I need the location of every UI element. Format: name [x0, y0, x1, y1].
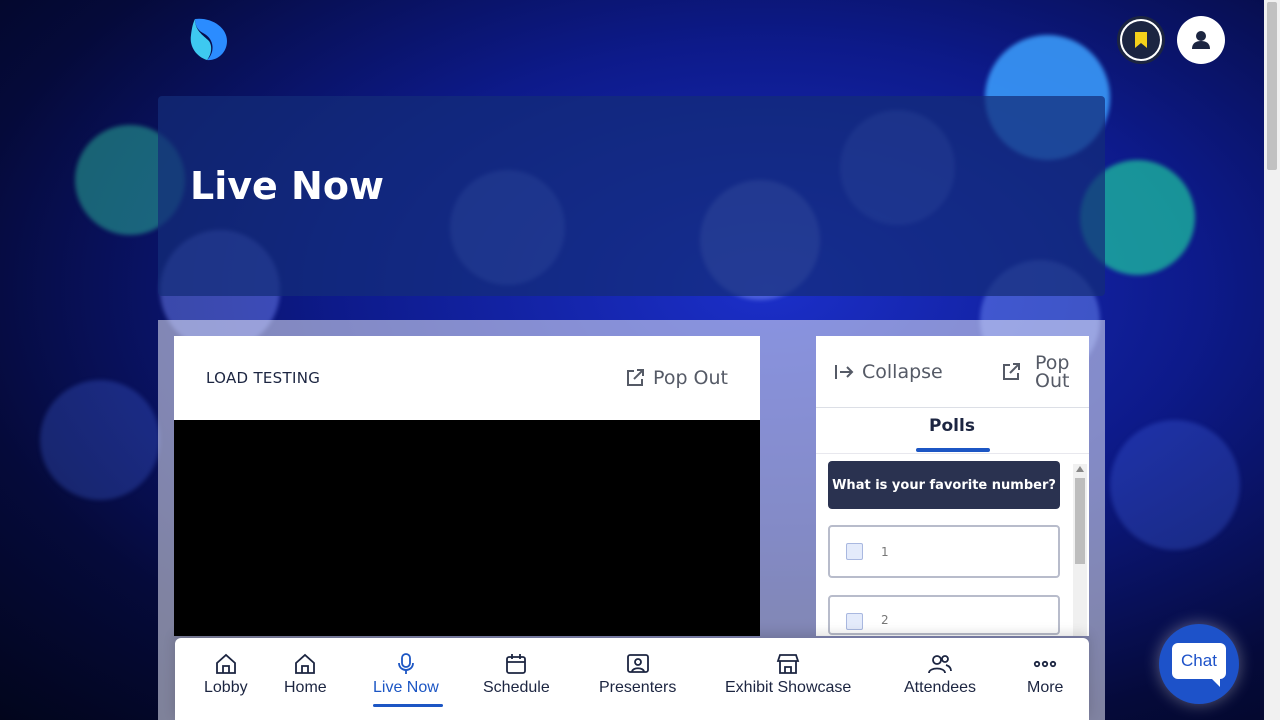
- scroll-thumb[interactable]: [1075, 478, 1085, 564]
- video-popout-button[interactable]: Pop Out: [625, 367, 728, 389]
- nav-label: Home: [284, 679, 327, 696]
- bookmark-icon: [1135, 32, 1147, 48]
- bookmark-button[interactable]: [1117, 16, 1165, 64]
- chat-label: Chat: [1181, 651, 1217, 670]
- poll-option-label: 2: [881, 613, 889, 627]
- side-popout-button[interactable]: Pop Out: [1001, 351, 1071, 392]
- session-title: LOAD TESTING: [206, 369, 321, 387]
- nav-item-more[interactable]: More: [1027, 652, 1063, 697]
- nav-label: More: [1027, 679, 1064, 696]
- nav-label: Schedule: [483, 679, 550, 696]
- poll-option[interactable]: 1: [828, 525, 1060, 578]
- external-link-icon: [1003, 362, 1020, 380]
- hero-banner: Live Now: [158, 96, 1105, 296]
- side-panel-toolbar: Collapse Pop Out: [816, 336, 1089, 408]
- page-scroll-thumb[interactable]: [1267, 2, 1277, 170]
- nav-item-lobby[interactable]: Lobby: [204, 652, 248, 697]
- tab-active-indicator: [916, 448, 990, 452]
- nav-label: Presenters: [599, 679, 677, 696]
- profile-button[interactable]: [1177, 16, 1225, 64]
- poll-scrollbar[interactable]: [1073, 464, 1087, 636]
- poll-question: What is your favorite number?: [828, 461, 1060, 509]
- poll-option-checkbox[interactable]: [846, 543, 863, 560]
- collapse-label: Collapse: [862, 360, 943, 383]
- poll-option-label: 1: [881, 544, 889, 559]
- scroll-up-icon[interactable]: [1076, 466, 1084, 472]
- poll-option[interactable]: 2: [828, 595, 1060, 635]
- nav-active-indicator: [373, 704, 443, 707]
- nav-item-exhibit-showcase[interactable]: Exhibit Showcase: [725, 652, 851, 697]
- more-dots-icon: [1034, 660, 1057, 668]
- microphone-icon: [398, 653, 414, 674]
- side-tabs: Polls: [816, 408, 1089, 454]
- bottom-navigation: Lobby Home Live Now Schedule Presenters …: [175, 638, 1089, 720]
- storefront-icon: [776, 654, 800, 674]
- page-title: Live Now: [190, 164, 385, 208]
- nav-item-home[interactable]: Home: [284, 652, 327, 697]
- page-scrollbar[interactable]: [1264, 0, 1280, 720]
- people-icon: [928, 655, 952, 674]
- house-icon: [215, 653, 236, 674]
- nav-item-schedule[interactable]: Schedule: [483, 652, 550, 697]
- side-popout-label: Pop Out: [1035, 351, 1070, 392]
- nav-label: Lobby: [204, 679, 248, 696]
- video-header: LOAD TESTING Pop Out: [174, 336, 760, 420]
- house-icon: [295, 653, 316, 674]
- chat-button[interactable]: Chat: [1159, 624, 1239, 704]
- chat-bubble-icon: Chat: [1172, 643, 1226, 687]
- external-link-icon: [627, 369, 645, 386]
- nav-label: Attendees: [904, 679, 977, 696]
- nav-item-presenters[interactable]: Presenters: [599, 652, 676, 697]
- collapse-arrow-icon: [835, 364, 854, 379]
- calendar-icon: [506, 654, 527, 674]
- presenter-icon: [626, 654, 649, 673]
- video-player[interactable]: [174, 420, 760, 636]
- video-panel: LOAD TESTING Pop Out: [174, 336, 760, 636]
- collapse-button[interactable]: Collapse: [834, 361, 943, 383]
- popout-label: Pop Out: [653, 367, 728, 389]
- bokeh-light: [1110, 420, 1240, 550]
- nav-label: Exhibit Showcase: [725, 679, 852, 696]
- bokeh-light: [40, 380, 160, 500]
- side-panel: Collapse Pop Out Polls What is your favo…: [816, 336, 1089, 636]
- user-icon: [1192, 31, 1210, 49]
- brand-logo-icon[interactable]: [189, 17, 229, 61]
- nav-item-live-now[interactable]: Live Now: [373, 652, 439, 697]
- poll-option-checkbox[interactable]: [846, 613, 863, 630]
- nav-item-attendees[interactable]: Attendees: [904, 652, 976, 697]
- nav-label: Live Now: [373, 679, 439, 696]
- tab-polls[interactable]: Polls: [914, 416, 990, 436]
